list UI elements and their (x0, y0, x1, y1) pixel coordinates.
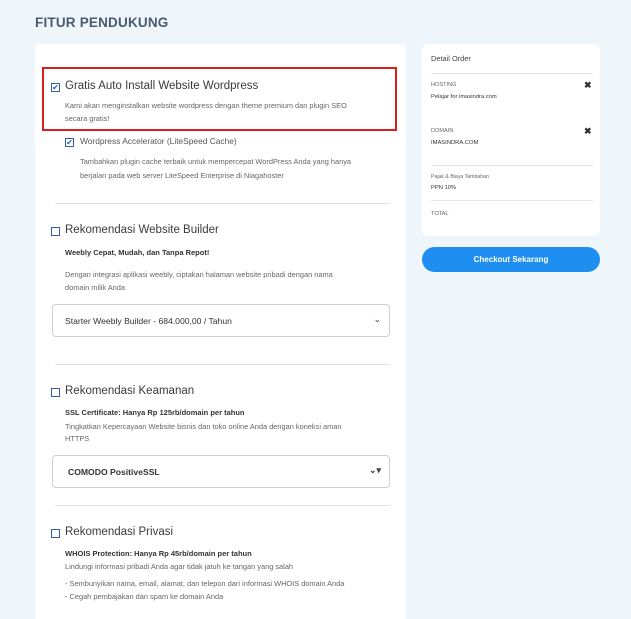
total-label: TOTAL (431, 211, 449, 217)
order-divider (431, 73, 593, 74)
divider (55, 203, 390, 204)
order-divider (431, 165, 593, 166)
tax-value: PPN 10% (431, 185, 457, 191)
remove-hosting-button[interactable]: ✖ (584, 80, 592, 91)
security-desc-1: Tingkatkan Kepercayaan Website bisnis da… (65, 422, 342, 431)
check-icon: ✔ (66, 137, 73, 147)
close-icon: ✖ (584, 126, 592, 136)
checkout-button[interactable]: Checkout Sekarang (422, 247, 600, 272)
domain-label: DOMAIN (431, 128, 454, 134)
hosting-value: Pelajar for imasindra.com (431, 94, 497, 100)
order-title: Detail Order (431, 54, 471, 63)
order-divider (431, 200, 593, 201)
builder-desc-1: Dengan integrasi aplikasi weebly, ciptak… (65, 270, 333, 279)
privacy-bullet-1: - Sembunyikan nama, email, alamat, dan t… (65, 579, 345, 588)
hosting-label: HOSTING (431, 82, 457, 88)
privacy-checkbox[interactable] (51, 529, 60, 538)
check-icon: ✔ (52, 82, 59, 92)
privacy-bullet-2: - Cegah pembajakan dan spam ke domain An… (65, 592, 224, 601)
privacy-desc-1: Lindungi informasi pribadi Anda agar tid… (65, 562, 294, 571)
checkout-button-label: Checkout Sekarang (473, 255, 549, 264)
domain-value: IMASINDRA.COM (431, 140, 479, 146)
auto-install-title: Gratis Auto Install Website Wordpress (65, 80, 259, 92)
security-select-value: COMODO PositiveSSL (68, 466, 160, 477)
accelerator-title: Wordpress Accelerator (LiteSpeed Cache) (80, 136, 237, 146)
auto-install-checkbox[interactable]: ✔ (51, 83, 60, 92)
security-subtitle: SSL Certificate: Hanya Rp 125rb/domain p… (65, 408, 245, 417)
accelerator-desc-1: Tambahkan plugin cache terbaik untuk mem… (80, 157, 352, 166)
chevron-down-icon: ⌄▾ (368, 465, 381, 475)
builder-select-value: Starter Weebly Builder - 684.000,00 / Ta… (65, 315, 232, 326)
page-title: FITUR PENDUKUNG (35, 15, 169, 30)
builder-subtitle: Weebly Cepat, Mudah, dan Tanpa Repot! (65, 248, 210, 257)
chevron-down-icon: ⌄ (373, 314, 381, 324)
builder-select[interactable]: Starter Weebly Builder - 684.000,00 / Ta… (52, 304, 390, 337)
divider (55, 364, 390, 365)
security-select[interactable]: COMODO PositiveSSL ⌄▾ (52, 455, 390, 488)
close-icon: ✖ (584, 80, 592, 90)
privacy-title: Rekomendasi Privasi (65, 526, 174, 538)
builder-desc-2: domain milik Anda (65, 283, 125, 292)
security-title: Rekomendasi Keamanan (65, 385, 195, 397)
builder-checkbox[interactable] (51, 227, 60, 236)
divider (55, 505, 390, 506)
security-desc-2: HTTPS (65, 434, 90, 443)
security-checkbox[interactable] (51, 388, 60, 397)
accelerator-checkbox[interactable]: ✔ (65, 138, 74, 147)
accelerator-desc-2: berjalan pada web server LiteSpeed Enter… (80, 171, 284, 180)
remove-domain-button[interactable]: ✖ (584, 126, 592, 137)
tax-label: Pajak & Biaya Tambahan (431, 174, 489, 180)
builder-title: Rekomendasi Website Builder (65, 224, 219, 236)
privacy-subtitle: WHOIS Protection: Hanya Rp 45rb/domain p… (65, 549, 252, 558)
auto-install-desc-1: Kami akan menginstalkan website wordpres… (65, 101, 347, 110)
auto-install-desc-2: secara gratis! (65, 114, 110, 123)
